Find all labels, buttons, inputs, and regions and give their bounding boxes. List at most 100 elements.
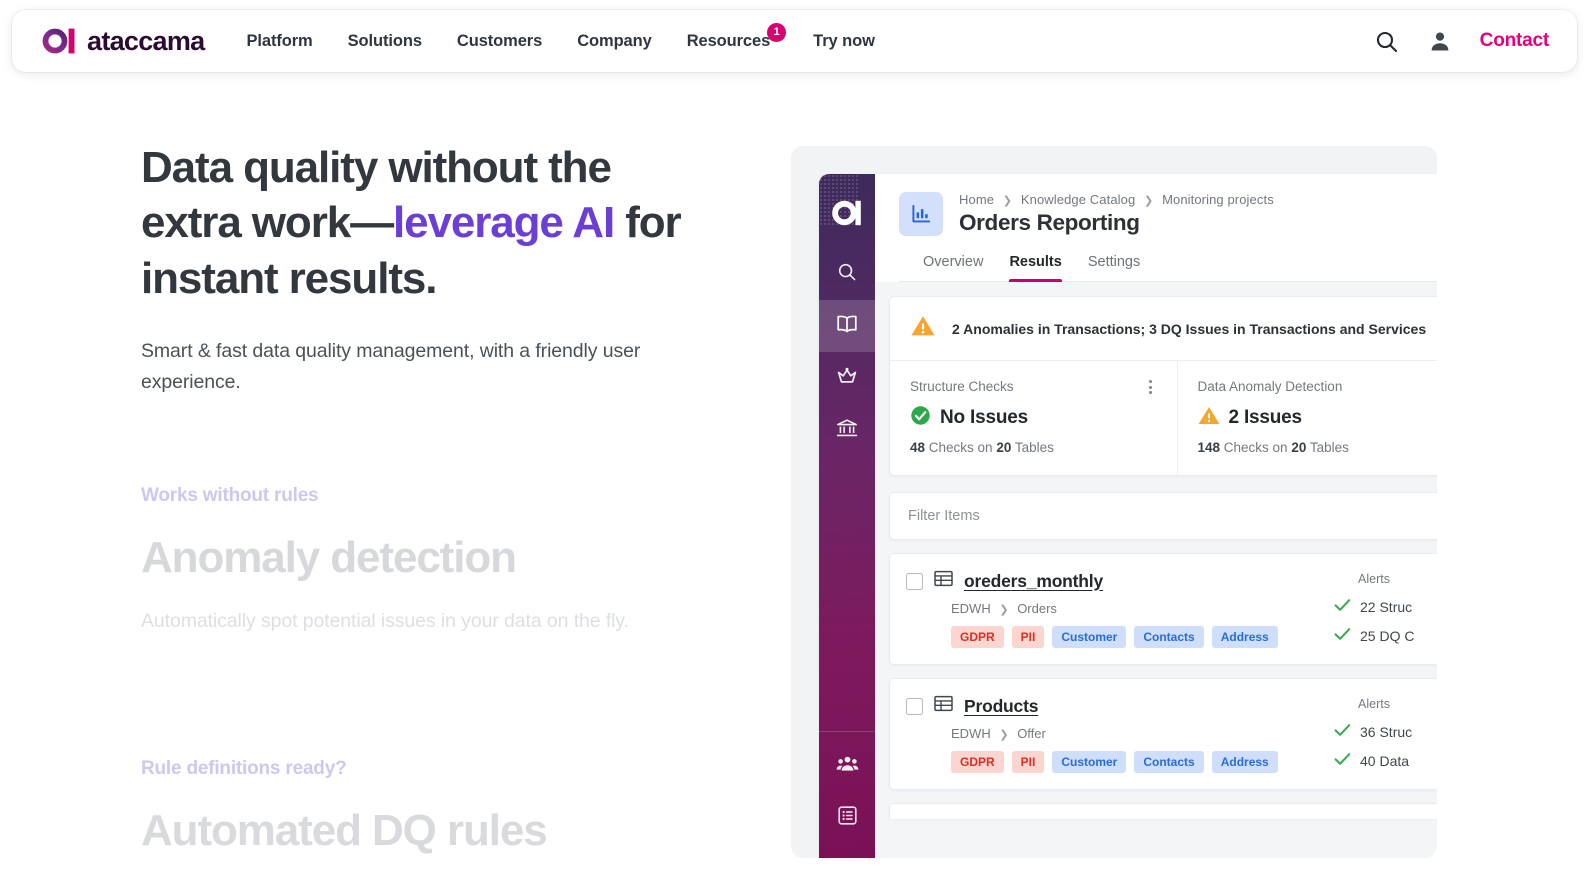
ataccama-logo-icon [42,28,76,54]
breadcrumb-item-home[interactable]: Home [959,192,994,207]
app-main: Home ❯ Knowledge Catalog ❯ Monitoring pr… [875,174,1437,858]
sidebar-item-search[interactable] [819,248,875,300]
bank-governance-icon [836,418,858,443]
table-row[interactable]: oreders_monthly EDWH ❯ Orders GDPR PII C… [889,553,1437,665]
nav-link-label: Solutions [347,31,422,50]
checkbox-unchecked-icon[interactable] [906,572,923,590]
tab-overview[interactable]: Overview [923,254,983,281]
stat-subtext: 48 Checks on 20 Tables [910,440,1157,455]
alert-item: 36 Struc [1334,723,1437,740]
sidebar-item-crown[interactable] [819,352,875,404]
summary-card: 2 Anomalies in Transactions; 3 DQ Issues… [889,296,1437,476]
ataccama-mark-icon[interactable] [832,200,862,226]
summary-alert-bar: 2 Anomalies in Transactions; 3 DQ Issues… [890,297,1437,360]
sidebar-bottom-group [819,731,875,858]
table-icon [934,570,953,592]
feature-title: Anomaly detection [141,533,517,582]
tag-address[interactable]: Address [1211,626,1278,648]
crown-icon [836,366,858,391]
breadcrumb-item-monitoring-projects[interactable]: Monitoring projects [1162,192,1274,207]
nav-link-solutions[interactable]: Solutions [348,32,422,51]
breadcrumb: Home ❯ Knowledge Catalog ❯ Monitoring pr… [959,192,1274,207]
row-details: Products EDWH ❯ Offer GDPR PII Customer [906,695,1334,773]
feature-anomaly-detection: Works without rules Anomaly detection Au… [141,485,701,637]
nav-link-company[interactable]: Company [577,32,652,51]
check-icon [1334,723,1351,740]
top-navbar: ataccama Platform Solutions Customers Co… [12,10,1577,72]
stat-label: Structure Checks [910,379,1014,394]
table-row[interactable]: Products EDWH ❯ Offer GDPR PII Customer [889,678,1437,790]
sidebar-item-governance[interactable] [819,404,875,456]
row-path-leaf: Orders [1017,601,1057,616]
stat-label: Data Anomaly Detection [1197,379,1343,394]
app-tabs: Overview Results Settings [899,254,1437,282]
search-icon[interactable] [1374,28,1400,54]
alert-item: 40 Data [1334,752,1437,769]
table-icon [934,695,953,717]
tab-settings[interactable]: Settings [1088,254,1140,281]
breadcrumb-item-knowledge-catalog[interactable]: Knowledge Catalog [1021,192,1135,207]
product-screenshot: Home ❯ Knowledge Catalog ❯ Monitoring pr… [819,174,1437,858]
app-content: 2 Anomalies in Transactions; 3 DQ Issues… [875,282,1437,858]
stat-main: 2 Issues [1198,405,1438,431]
tag-pii[interactable]: PII [1011,626,1045,648]
summary-stats: Structure Checks No Issues 48 Checks on … [890,360,1437,475]
nav-links: Platform Solutions Customers Company Res… [247,22,875,51]
stat-check-count: 48 [910,440,926,455]
project-header-row: Home ❯ Knowledge Catalog ❯ Monitoring pr… [899,192,1437,236]
book-catalog-icon [836,314,858,339]
nav-link-customers[interactable]: Customers [457,32,542,51]
hero-subtitle: Smart & fast data quality management, wi… [141,340,641,394]
alert-text: 25 DQ C [1360,627,1415,644]
check-circle-icon [910,405,931,431]
feature-eyebrow: Works without rules [141,485,319,506]
stat-check-count: 148 [1197,440,1221,455]
nav-link-try-now[interactable]: Try now [813,32,875,51]
stat-status-text: No Issues [940,407,1028,428]
contact-button[interactable]: Contact [1480,30,1550,52]
stat-sub-end: Tables [1011,440,1054,455]
nav-link-resources[interactable]: Resources 1 [687,22,787,51]
row-alerts: Alerts 36 Struc 40 Data [1334,695,1437,769]
page-root: ataccama Platform Solutions Customers Co… [0,0,1589,874]
tag-gdpr[interactable]: GDPR [951,751,1004,773]
nav-link-platform[interactable]: Platform [247,32,313,51]
tag-customer[interactable]: Customer [1052,751,1127,773]
row-tags: GDPR PII Customer Contacts Address [951,751,1334,773]
tag-address[interactable]: Address [1211,751,1278,773]
kebab-menu-icon[interactable] [1143,379,1159,395]
nav-link-label: Customers [456,31,543,50]
stat-subtext: 148 Checks on 20 Tables [1198,440,1438,455]
filter-items-input[interactable] [890,493,1437,539]
brand-logo[interactable]: ataccama [42,26,205,57]
summary-alert-text: 2 Anomalies in Transactions; 3 DQ Issues… [952,320,1427,337]
tag-contacts[interactable]: Contacts [1134,626,1204,648]
alert-item: 22 Struc [1334,598,1437,615]
feature-eyebrow: Rule definitions ready? [141,758,347,779]
row-alerts: Alerts 22 Struc 25 DQ C [1334,570,1437,644]
row-table-name[interactable]: Products [964,696,1038,717]
sidebar-item-people[interactable] [819,740,875,792]
app-header: Home ❯ Knowledge Catalog ❯ Monitoring pr… [875,174,1437,282]
project-header-text: Home ❯ Knowledge Catalog ❯ Monitoring pr… [959,192,1274,236]
row-path: EDWH ❯ Offer [951,726,1334,741]
tab-results[interactable]: Results [1009,254,1063,282]
hero-section: Data quality without the extra work—leve… [141,140,701,398]
warning-triangle-icon [910,314,936,343]
stat-structure-checks: Structure Checks No Issues 48 Checks on … [890,361,1177,475]
sidebar-item-knowledge-catalog[interactable] [819,300,875,352]
nav-link-label: Try now [813,31,875,50]
check-icon [1334,598,1351,615]
user-account-icon[interactable] [1427,28,1453,54]
sidebar-item-tasks[interactable] [819,792,875,844]
alerts-label: Alerts [1358,697,1390,711]
tag-gdpr[interactable]: GDPR [951,626,1004,648]
tag-contacts[interactable]: Contacts [1134,751,1204,773]
tag-pii[interactable]: PII [1011,751,1045,773]
tag-customer[interactable]: Customer [1052,626,1127,648]
sidebar-divider [819,731,875,732]
checkbox-unchecked-icon[interactable] [906,697,923,715]
row-table-name[interactable]: oreders_monthly [964,571,1103,592]
table-row-partial[interactable] [889,803,1437,819]
stat-main: No Issues [910,405,1157,431]
